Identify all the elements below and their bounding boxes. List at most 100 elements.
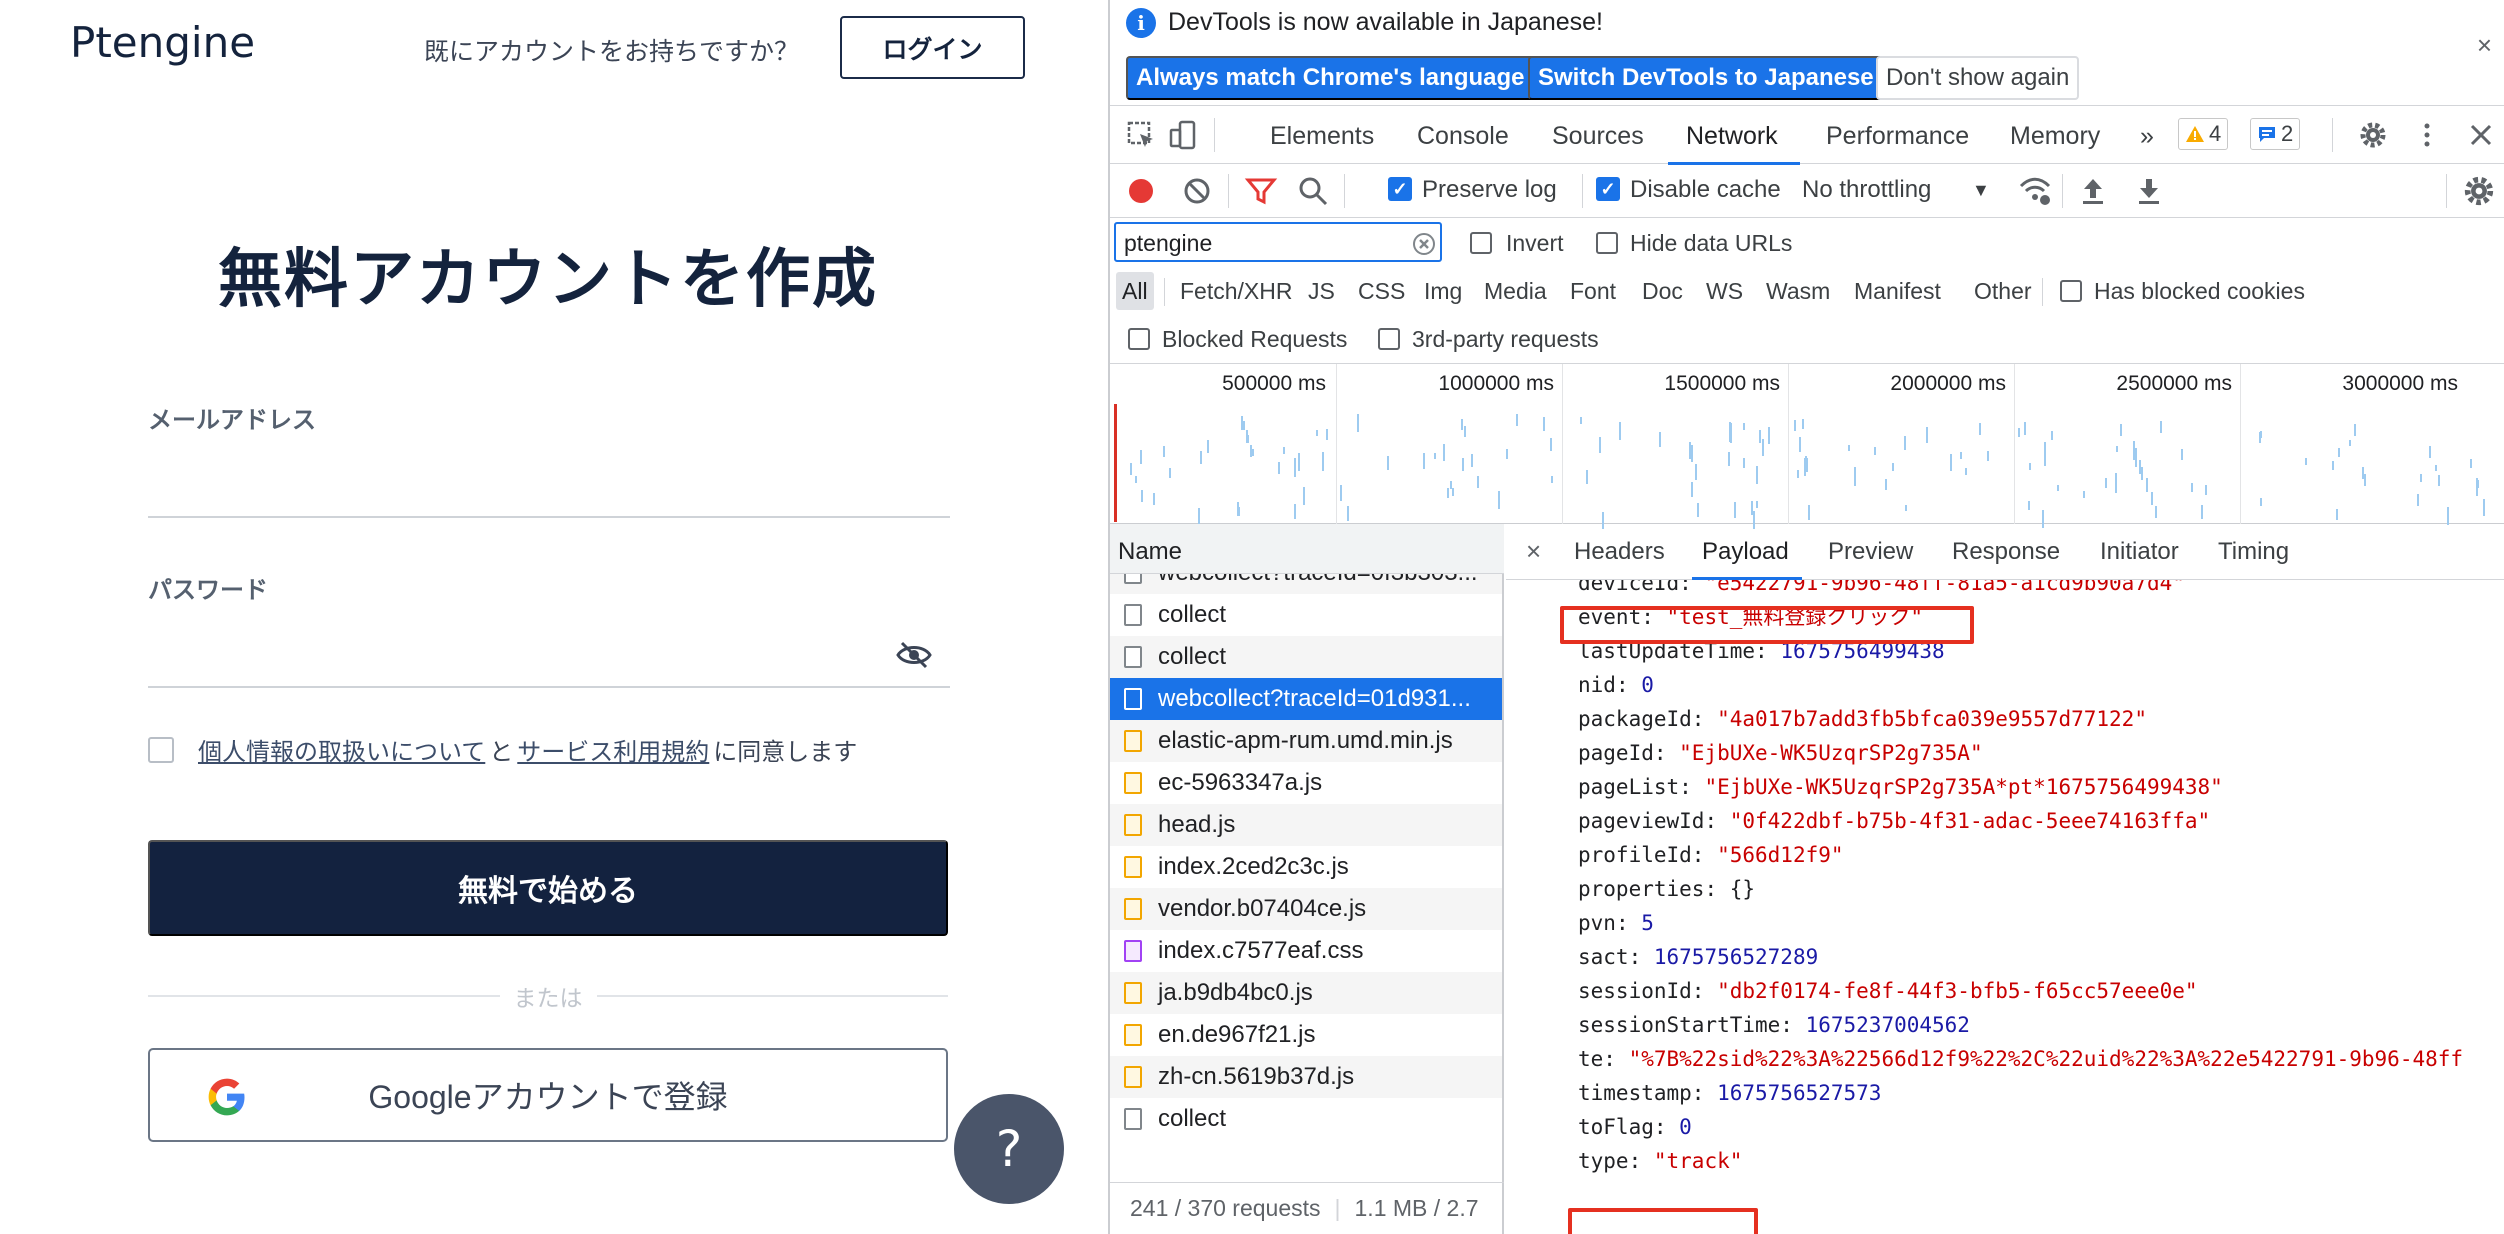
payload-field[interactable]: sact: 1675756527289 xyxy=(1578,940,1818,974)
payload-field[interactable]: timestamp: 1675756527573 xyxy=(1578,1076,1881,1110)
request-row[interactable]: webcollect?traceId=01d931... xyxy=(1110,678,1502,720)
close-devtools-icon[interactable] xyxy=(2466,120,2496,150)
filter-icon[interactable] xyxy=(1244,174,1278,208)
type-ws[interactable]: WS xyxy=(1700,272,1749,310)
login-button[interactable]: ログイン xyxy=(840,16,1025,79)
name-column-header[interactable]: Name xyxy=(1110,524,1504,574)
filter-input[interactable]: ptengine xyxy=(1114,222,1442,262)
network-settings-icon[interactable] xyxy=(2462,174,2496,208)
tab-response[interactable]: Response xyxy=(1952,538,2060,566)
request-row[interactable]: ja.b9db4bc0.js xyxy=(1110,972,1502,1014)
clear-filter-icon[interactable] xyxy=(1412,232,1436,256)
payload-field[interactable]: pageId: "EjbUXe-WK5UzqrSP2g735A" xyxy=(1578,736,1983,770)
request-row[interactable]: collect xyxy=(1110,636,1502,678)
password-field[interactable] xyxy=(148,610,888,686)
help-button[interactable]: ? xyxy=(954,1094,1064,1204)
search-icon[interactable] xyxy=(1296,174,1330,208)
timeline-overview[interactable]: 500000 ms 1000000 ms 1500000 ms 2000000 … xyxy=(1110,364,2504,529)
request-row[interactable]: vendor.b07404ce.js xyxy=(1110,888,1502,930)
chevron-down-icon[interactable]: ▼ xyxy=(1972,180,1990,201)
settings-gear-icon[interactable] xyxy=(2358,120,2388,150)
has-blocked-cookies-checkbox[interactable] xyxy=(2060,280,2082,302)
type-font[interactable]: Font xyxy=(1564,272,1622,310)
tab-network[interactable]: Network xyxy=(1686,122,1778,151)
device-toolbar-icon[interactable] xyxy=(1168,120,1198,150)
more-tabs-icon[interactable]: » xyxy=(2140,122,2154,151)
request-row[interactable]: elastic-apm-rum.umd.min.js xyxy=(1110,720,1502,762)
throttling-select[interactable]: No throttling xyxy=(1802,176,1931,204)
close-icon[interactable]: × xyxy=(2477,30,2492,61)
type-wasm[interactable]: Wasm xyxy=(1760,272,1836,310)
tab-headers[interactable]: Headers xyxy=(1574,538,1665,566)
upload-icon[interactable] xyxy=(2076,174,2110,208)
payload-field[interactable]: sessionId: "db2f0174-fe8f-44f3-bfb5-f65c… xyxy=(1578,974,2198,1008)
tab-elements[interactable]: Elements xyxy=(1270,122,1374,151)
type-js[interactable]: JS xyxy=(1302,272,1341,310)
payload-field[interactable]: pvn: 5 xyxy=(1578,906,1654,940)
type-img[interactable]: Img xyxy=(1418,272,1468,310)
match-language-button[interactable]: Always match Chrome's language xyxy=(1126,56,1535,100)
tab-performance[interactable]: Performance xyxy=(1826,122,1969,151)
payload-field[interactable]: deviceId: "e5422791-9b96-48ff-81a5-a1cd9… xyxy=(1578,580,2185,600)
payload-field[interactable]: te: "%7B%22sid%22%3A%22566d12f9%22%2C%22… xyxy=(1578,1042,2463,1076)
ptengine-logo[interactable]: Ptengine xyxy=(70,18,255,67)
type-manifest[interactable]: Manifest xyxy=(1848,272,1947,310)
third-party-checkbox[interactable] xyxy=(1378,328,1400,350)
payload-view[interactable]: type: "track" toFlag: 0 timestamp: 1675756… xyxy=(1506,580,2504,1234)
payload-field[interactable]: pageviewId: "0f422dbf-b75b-4f31-adac-5ee… xyxy=(1578,804,2210,838)
payload-field[interactable]: toFlag: 0 xyxy=(1578,1110,1692,1144)
payload-field[interactable]: sessionStartTime: 1675237004562 xyxy=(1578,1008,1970,1042)
kebab-menu-icon[interactable] xyxy=(2412,120,2442,150)
signup-page: Ptengine 既にアカウントをお持ちですか？ ログイン 無料アカウントを作成… xyxy=(0,0,1108,1234)
close-detail-icon[interactable]: × xyxy=(1526,536,1541,567)
switch-japanese-button[interactable]: Switch DevTools to Japanese xyxy=(1528,56,1884,100)
record-icon[interactable] xyxy=(1124,174,1158,208)
type-media[interactable]: Media xyxy=(1478,272,1553,310)
payload-field[interactable]: profileId: "566d12f9" xyxy=(1578,838,1844,872)
type-all[interactable]: All xyxy=(1116,272,1154,310)
privacy-link[interactable]: 個人情報の取扱いについて xyxy=(198,732,485,767)
request-row[interactable]: index.2ced2c3c.js xyxy=(1110,846,1502,888)
tab-sources[interactable]: Sources xyxy=(1552,122,1644,151)
blocked-requests-checkbox[interactable] xyxy=(1128,328,1150,350)
start-free-button[interactable]: 無料で始める xyxy=(148,840,948,936)
type-doc[interactable]: Doc xyxy=(1636,272,1689,310)
request-row[interactable]: ec-5963347a.js xyxy=(1110,762,1502,804)
tab-payload[interactable]: Payload xyxy=(1702,538,1789,566)
hide-data-urls-checkbox[interactable] xyxy=(1596,232,1618,254)
tab-console[interactable]: Console xyxy=(1417,122,1509,151)
request-row[interactable]: index.c7577eaf.css xyxy=(1110,930,1502,972)
download-icon[interactable] xyxy=(2132,174,2166,208)
type-fetch-xhr[interactable]: Fetch/XHR xyxy=(1174,272,1298,310)
disable-cache-checkbox[interactable]: ✓ xyxy=(1596,177,1620,201)
network-conditions-icon[interactable] xyxy=(2018,174,2052,208)
google-signup-button[interactable]: Googleアカウントで登録 xyxy=(148,1048,948,1142)
invert-checkbox[interactable] xyxy=(1470,232,1492,254)
payload-field[interactable]: pageList: "EjbUXe-WK5UzqrSP2g735A*pt*167… xyxy=(1578,770,2223,804)
tab-timing[interactable]: Timing xyxy=(2218,538,2289,566)
request-row[interactable]: collect xyxy=(1110,594,1502,636)
inspect-element-icon[interactable] xyxy=(1126,120,1156,150)
type-other[interactable]: Other xyxy=(1968,272,2038,310)
tab-preview[interactable]: Preview xyxy=(1828,538,1913,566)
consent-checkbox[interactable] xyxy=(148,736,174,763)
request-row[interactable]: collect xyxy=(1110,1098,1502,1140)
payload-field[interactable]: nid: 0 xyxy=(1578,668,1654,702)
email-field[interactable] xyxy=(148,440,950,516)
payload-field[interactable]: type: "track" xyxy=(1578,1144,1742,1178)
dont-show-again-button[interactable]: Don't show again xyxy=(1876,56,2080,100)
preserve-log-checkbox[interactable]: ✓ xyxy=(1388,177,1412,201)
tab-memory[interactable]: Memory xyxy=(2010,122,2100,151)
payload-field[interactable]: properties: {} xyxy=(1578,872,1755,906)
warnings-badge[interactable]: 4 xyxy=(2178,118,2229,150)
terms-link[interactable]: サービス利用規約 xyxy=(517,732,709,767)
request-row[interactable]: zh-cn.5619b37d.js xyxy=(1110,1056,1502,1098)
messages-badge[interactable]: 2 xyxy=(2250,118,2301,150)
request-row[interactable]: en.de967f21.js xyxy=(1110,1014,1502,1056)
request-row[interactable]: head.js xyxy=(1110,804,1502,846)
payload-field[interactable]: packageId: "4a017b7add3fb5bfca039e9557d7… xyxy=(1578,702,2147,736)
clear-icon[interactable] xyxy=(1180,174,1214,208)
eye-slash-icon[interactable] xyxy=(896,640,932,670)
type-css[interactable]: CSS xyxy=(1352,272,1411,310)
tab-initiator[interactable]: Initiator xyxy=(2100,538,2179,566)
